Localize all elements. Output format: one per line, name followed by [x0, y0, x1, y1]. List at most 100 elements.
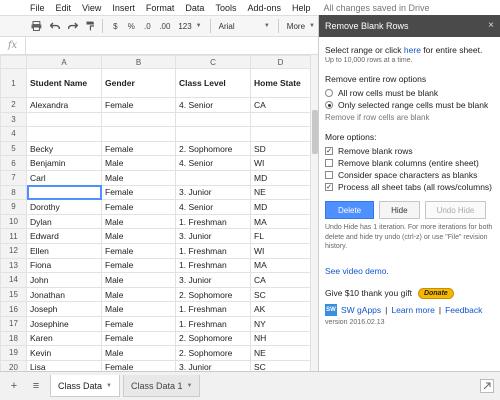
table-cell[interactable]: [175, 111, 251, 128]
table-cell[interactable]: Becky: [26, 140, 102, 157]
close-icon[interactable]: ×: [488, 20, 494, 31]
brand-link[interactable]: SW gApps: [341, 305, 381, 315]
table-cell[interactable]: MD: [250, 199, 311, 215]
entire-sheet-link[interactable]: here: [404, 45, 421, 55]
more-formats-dropdown[interactable]: 123 ▼: [175, 18, 204, 34]
table-cell[interactable]: [26, 126, 102, 142]
add-sheet-icon[interactable]: +: [6, 378, 22, 394]
table-cell[interactable]: Female: [101, 184, 176, 201]
row-header[interactable]: 17: [0, 315, 27, 332]
redo-icon[interactable]: [65, 18, 81, 34]
option-all-cells-blank[interactable]: All row cells must be blank: [325, 87, 494, 99]
table-cell[interactable]: [26, 184, 102, 201]
font-dropdown[interactable]: Arial ▼: [216, 18, 273, 34]
undo-hide-button[interactable]: Undo Hide: [424, 201, 487, 219]
table-cell[interactable]: Female: [101, 199, 176, 215]
table-cell[interactable]: 3. Junior: [175, 272, 251, 288]
option-space-as-blank[interactable]: Consider space characters as blanks: [325, 169, 494, 181]
table-cell[interactable]: NE: [250, 184, 311, 201]
row-header[interactable]: 5: [0, 140, 27, 157]
row-header[interactable]: 9: [0, 199, 27, 215]
table-header-cell[interactable]: Student Name: [26, 68, 102, 98]
table-cell[interactable]: Female: [101, 315, 176, 332]
table-cell[interactable]: MA: [250, 213, 311, 230]
table-cell[interactable]: [26, 111, 102, 128]
row-header[interactable]: 13: [0, 257, 27, 274]
vertical-scrollbar[interactable]: [310, 55, 318, 371]
row-header[interactable]: 2: [0, 97, 27, 113]
table-cell[interactable]: Male: [101, 155, 176, 171]
table-cell[interactable]: Josephine: [26, 315, 102, 332]
formula-input[interactable]: [26, 37, 318, 54]
table-cell[interactable]: WI: [250, 155, 311, 171]
paint-format-icon[interactable]: [83, 18, 98, 34]
table-cell[interactable]: SC: [250, 359, 311, 371]
table-cell[interactable]: [175, 126, 251, 142]
table-cell[interactable]: Male: [101, 286, 176, 303]
checkbox-checked[interactable]: ✓: [325, 183, 333, 191]
column-header[interactable]: D: [250, 55, 311, 69]
table-cell[interactable]: MD: [250, 169, 311, 186]
row-header[interactable]: 20: [0, 359, 27, 371]
menu-tools[interactable]: Tools: [215, 3, 236, 13]
table-cell[interactable]: John: [26, 272, 102, 288]
select-all-corner[interactable]: [0, 55, 27, 69]
table-cell[interactable]: Male: [101, 345, 176, 361]
table-cell[interactable]: 2. Sophomore: [175, 330, 251, 347]
currency-format-button[interactable]: $: [108, 18, 122, 34]
option-selected-cells-blank[interactable]: Only selected range cells must be blank: [325, 99, 494, 111]
table-cell[interactable]: NE: [250, 345, 311, 361]
explore-icon[interactable]: [480, 379, 494, 393]
print-icon[interactable]: [28, 18, 45, 34]
option-remove-blank-columns[interactable]: Remove blank columns (entire sheet): [325, 157, 494, 169]
hide-button[interactable]: Hide: [379, 201, 420, 219]
table-cell[interactable]: SD: [250, 140, 311, 157]
menu-format[interactable]: Format: [146, 3, 175, 13]
row-header[interactable]: 7: [0, 169, 27, 186]
donate-button[interactable]: Donate: [417, 287, 454, 299]
sheet-list-icon[interactable]: ≡: [28, 378, 44, 394]
row-header[interactable]: 16: [0, 301, 27, 317]
menu-help[interactable]: Help: [292, 3, 311, 13]
row-header[interactable]: 14: [0, 272, 27, 288]
table-cell[interactable]: Male: [101, 228, 176, 244]
row-header[interactable]: 8: [0, 184, 27, 201]
menu-edit[interactable]: Edit: [56, 3, 72, 13]
feedback-link[interactable]: Feedback: [445, 305, 482, 315]
table-cell[interactable]: Male: [101, 169, 176, 186]
table-cell[interactable]: 2. Sophomore: [175, 140, 251, 157]
table-cell[interactable]: Male: [101, 272, 176, 288]
table-cell[interactable]: 3. Junior: [175, 184, 251, 201]
table-cell[interactable]: Fiona: [26, 257, 102, 274]
table-cell[interactable]: MA: [250, 257, 311, 274]
table-cell[interactable]: Female: [101, 242, 176, 259]
delete-button[interactable]: Delete: [325, 201, 375, 219]
increase-decimal-button[interactable]: .00: [156, 18, 173, 34]
percent-format-button[interactable]: %: [124, 18, 138, 34]
table-cell[interactable]: 1. Freshman: [175, 315, 251, 332]
table-header-cell[interactable]: Class Level: [175, 68, 251, 98]
column-header[interactable]: B: [101, 55, 176, 69]
undo-icon[interactable]: [47, 18, 63, 34]
table-cell[interactable]: Kevin: [26, 345, 102, 361]
checkbox[interactable]: [325, 171, 333, 179]
table-cell[interactable]: Dylan: [26, 213, 102, 230]
table-cell[interactable]: CA: [250, 97, 311, 113]
sheet-tab-class-data[interactable]: Class Data ▼: [50, 375, 120, 397]
table-cell[interactable]: Benjamin: [26, 155, 102, 171]
table-cell[interactable]: SC: [250, 286, 311, 303]
decrease-decimal-button[interactable]: .0: [140, 18, 154, 34]
table-cell[interactable]: Jonathan: [26, 286, 102, 303]
table-cell[interactable]: 4. Senior: [175, 155, 251, 171]
table-cell[interactable]: 1. Freshman: [175, 242, 251, 259]
radio-button-selected[interactable]: [325, 101, 333, 109]
row-header[interactable]: 3: [0, 111, 27, 128]
table-cell[interactable]: 2. Sophomore: [175, 286, 251, 303]
row-header[interactable]: 10: [0, 213, 27, 230]
table-cell[interactable]: NY: [250, 315, 311, 332]
table-cell[interactable]: CA: [250, 272, 311, 288]
table-cell[interactable]: [101, 126, 176, 142]
table-cell[interactable]: Joseph: [26, 301, 102, 317]
option-all-sheet-tabs[interactable]: ✓ Process all sheet tabs (all rows/colum…: [325, 181, 494, 193]
table-cell[interactable]: 1. Freshman: [175, 257, 251, 274]
